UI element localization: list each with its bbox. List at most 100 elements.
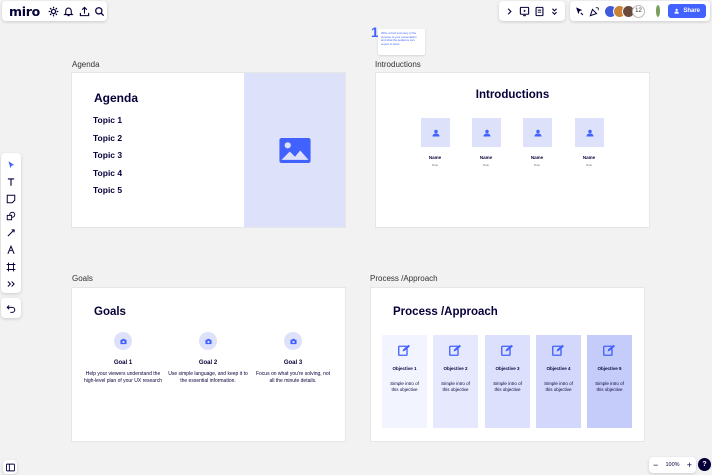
- objective-title: Objective 1: [392, 366, 417, 371]
- zoom-out-button[interactable]: −: [653, 460, 658, 470]
- frame-label-process[interactable]: Process /Approach: [370, 274, 438, 283]
- person-icon: [483, 129, 490, 136]
- goals-title: Goals: [94, 306, 126, 318]
- user-avatar[interactable]: [655, 4, 662, 18]
- objective-card: Objective 2 Simple intro of this objecti…: [433, 335, 478, 428]
- introductions-title: Introductions: [475, 89, 550, 101]
- person-role: Role: [482, 163, 490, 167]
- agenda-topic: Topic 3: [93, 150, 123, 160]
- user-plus-icon: [674, 8, 680, 14]
- connection-line-icon[interactable]: [2, 224, 20, 241]
- person-card: [575, 118, 604, 147]
- zoom-in-button[interactable]: +: [687, 460, 692, 470]
- undo-toolbar: [1, 298, 21, 318]
- present-icon[interactable]: [517, 3, 532, 19]
- share-button[interactable]: Share: [668, 4, 706, 18]
- objective-title: Objective 2: [443, 366, 468, 371]
- notes-icon[interactable]: [532, 3, 547, 19]
- edit-icon: [501, 344, 513, 356]
- celebrate-icon[interactable]: [589, 3, 600, 19]
- top-left-toolbar: miro: [2, 1, 107, 21]
- objective-card: Objective 4 Simple intro of this objecti…: [536, 335, 581, 428]
- search-icon[interactable]: [92, 3, 107, 19]
- person-role: Role: [533, 163, 541, 167]
- objective-description: Simple intro of this objective: [390, 381, 419, 392]
- person-role: Role: [431, 163, 439, 167]
- objective-card: Objective 5 Simple intro of this objecti…: [587, 335, 632, 428]
- sticky-text: Write a brief summary of the purpose of …: [381, 31, 417, 46]
- edit-icon: [603, 344, 615, 356]
- help-label: ?: [702, 461, 707, 468]
- zoom-controls: − 100% +: [649, 457, 696, 473]
- image-icon: [279, 138, 311, 163]
- goal-icon: [114, 332, 132, 350]
- pen-icon[interactable]: [2, 241, 20, 258]
- text-tool-icon[interactable]: [2, 173, 20, 190]
- objective-title: Objective 4: [546, 366, 571, 371]
- goal-title: Goal 2: [198, 360, 218, 366]
- objective-description: Simple intro of this objective: [493, 381, 522, 392]
- objective-card: Objective 1 Simple intro of this objecti…: [382, 335, 427, 428]
- goal-description: Focus on what you're solving, not all th…: [255, 371, 331, 384]
- objective-card: Objective 3 Simple intro of this objecti…: [485, 335, 530, 428]
- collaborator-count[interactable]: 12: [632, 4, 645, 18]
- edit-icon: [552, 344, 564, 356]
- bell-icon[interactable]: [61, 3, 76, 19]
- person-role: Role: [585, 163, 593, 167]
- frame-label-goals[interactable]: Goals: [72, 274, 93, 283]
- miro-logo[interactable]: miro: [9, 4, 40, 19]
- edit-icon: [449, 344, 461, 356]
- frame-tool-icon[interactable]: [2, 258, 20, 275]
- sticky-note[interactable]: Write a brief summary of the purpose of …: [378, 29, 425, 55]
- goal-title: Goal 1: [113, 360, 133, 366]
- agenda-topic: Topic 4: [93, 168, 123, 178]
- goal-description: Use simple language, and keep it to the …: [168, 371, 248, 384]
- goal-title: Goal 3: [283, 360, 303, 366]
- person-name: Name: [428, 155, 442, 160]
- undo-icon[interactable]: [2, 300, 20, 317]
- chevron-right-icon[interactable]: [502, 3, 517, 19]
- person-card: [421, 118, 450, 147]
- more-tools-icon[interactable]: [2, 275, 20, 292]
- agenda-title: Agenda: [94, 91, 139, 105]
- objective-description: Simple intro of this objective: [544, 381, 573, 392]
- shapes-icon[interactable]: [2, 207, 20, 224]
- share-toolbar: 12 Share: [570, 1, 710, 21]
- objective-title: Objective 3: [495, 366, 520, 371]
- zoom-level[interactable]: 100%: [665, 462, 679, 468]
- objective-title: Objective 5: [597, 366, 622, 371]
- goal-icon: [284, 332, 302, 350]
- person-icon: [586, 129, 593, 136]
- select-tool-icon[interactable]: [2, 156, 20, 173]
- process-title: Process /Approach: [393, 306, 498, 318]
- objective-description: Simple intro of this objective: [595, 381, 624, 392]
- camera-icon: [119, 338, 127, 344]
- cursor-follow-icon[interactable]: [574, 3, 585, 19]
- goal-description: Help your viewers understand the high-le…: [83, 371, 163, 384]
- person-icon: [534, 129, 541, 136]
- person-card: [472, 118, 501, 147]
- person-name: Name: [582, 155, 596, 160]
- board-panel-toggle[interactable]: [3, 460, 17, 474]
- agenda-topic: Topic 2: [93, 133, 123, 143]
- left-toolbar: [1, 153, 21, 293]
- upload-icon[interactable]: [76, 3, 91, 19]
- panel-icon: [5, 463, 15, 471]
- camera-icon: [289, 338, 297, 344]
- frame-label-agenda[interactable]: Agenda: [72, 60, 100, 69]
- person-card: [523, 118, 552, 147]
- frame-goals[interactable]: Goals Goal 1 Help your viewers understan…: [71, 287, 346, 442]
- goal-icon: [199, 332, 217, 350]
- sticky-note-icon[interactable]: [2, 190, 20, 207]
- help-button[interactable]: ?: [698, 458, 711, 471]
- share-label: Share: [683, 8, 700, 14]
- frame-process[interactable]: Process /Approach Objective 1 Simple int…: [370, 287, 645, 442]
- objective-description: Simple intro of this objective: [441, 381, 470, 392]
- frame-agenda[interactable]: Agenda Topic 1 Topic 2 Topic 3 Topic 4 T…: [71, 72, 346, 228]
- frame-introductions[interactable]: Introductions Name Role Name Role Name R…: [375, 72, 650, 228]
- frame-label-introductions[interactable]: Introductions: [375, 60, 421, 69]
- image-placeholder: [244, 73, 345, 227]
- person-name: Name: [530, 155, 544, 160]
- chevron-double-down-icon[interactable]: [547, 3, 562, 19]
- settings-icon[interactable]: [46, 3, 61, 19]
